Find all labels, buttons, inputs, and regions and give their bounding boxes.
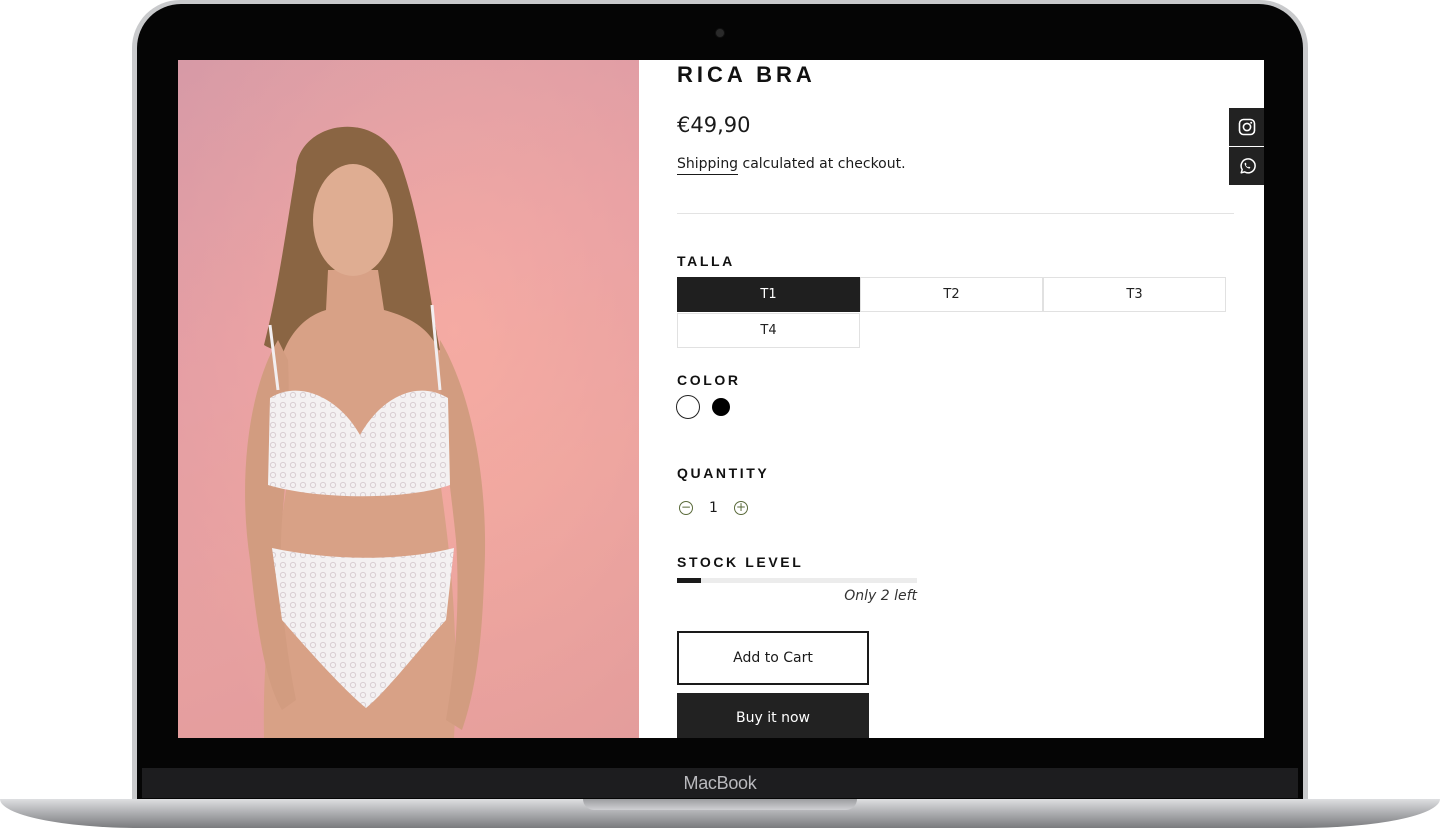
shipping-note: Shipping calculated at checkout. — [677, 156, 906, 175]
size-option-t3[interactable]: T3 — [1043, 277, 1226, 312]
color-swatch-black[interactable] — [712, 398, 730, 416]
minus-circle-icon[interactable]: − — [679, 501, 693, 515]
product-page: RICA BRA €49,90 Shipping calculated at c… — [178, 60, 1264, 738]
plus-circle-icon[interactable]: + — [734, 501, 748, 515]
shipping-note-text: calculated at checkout. — [738, 156, 906, 172]
stock-level-fill — [677, 578, 701, 583]
stock-level-bar — [677, 578, 917, 583]
quantity-value[interactable]: 1 — [709, 500, 718, 516]
whatsapp-button[interactable] — [1229, 147, 1264, 185]
device-label: MacBook — [683, 773, 757, 793]
size-option-t4[interactable]: T4 — [677, 313, 860, 348]
divider — [677, 213, 1234, 214]
product-title: RICA BRA — [677, 62, 816, 87]
laptop-chin: MacBook — [142, 768, 1298, 798]
buy-now-button[interactable]: Buy it now — [677, 693, 869, 738]
product-image — [178, 60, 639, 738]
size-option-t1[interactable]: T1 — [677, 277, 860, 312]
size-option-t2[interactable]: T2 — [860, 277, 1043, 312]
product-price: €49,90 — [677, 113, 751, 137]
stock-text: Only 2 left — [844, 588, 917, 604]
add-to-cart-button[interactable]: Add to Cart — [677, 631, 869, 685]
quantity-label: QUANTITY — [677, 465, 770, 481]
instagram-icon — [1238, 118, 1256, 136]
color-label: COLOR — [677, 372, 741, 388]
laptop-notch — [583, 799, 857, 810]
shipping-link[interactable]: Shipping — [677, 156, 739, 175]
color-swatch-white[interactable] — [676, 395, 700, 419]
camera-icon — [716, 29, 724, 37]
model-photo — [178, 60, 639, 738]
instagram-button[interactable] — [1229, 108, 1264, 146]
size-label: TALLA — [677, 253, 735, 269]
whatsapp-icon — [1240, 158, 1256, 174]
stock-label: STOCK LEVEL — [677, 554, 804, 570]
